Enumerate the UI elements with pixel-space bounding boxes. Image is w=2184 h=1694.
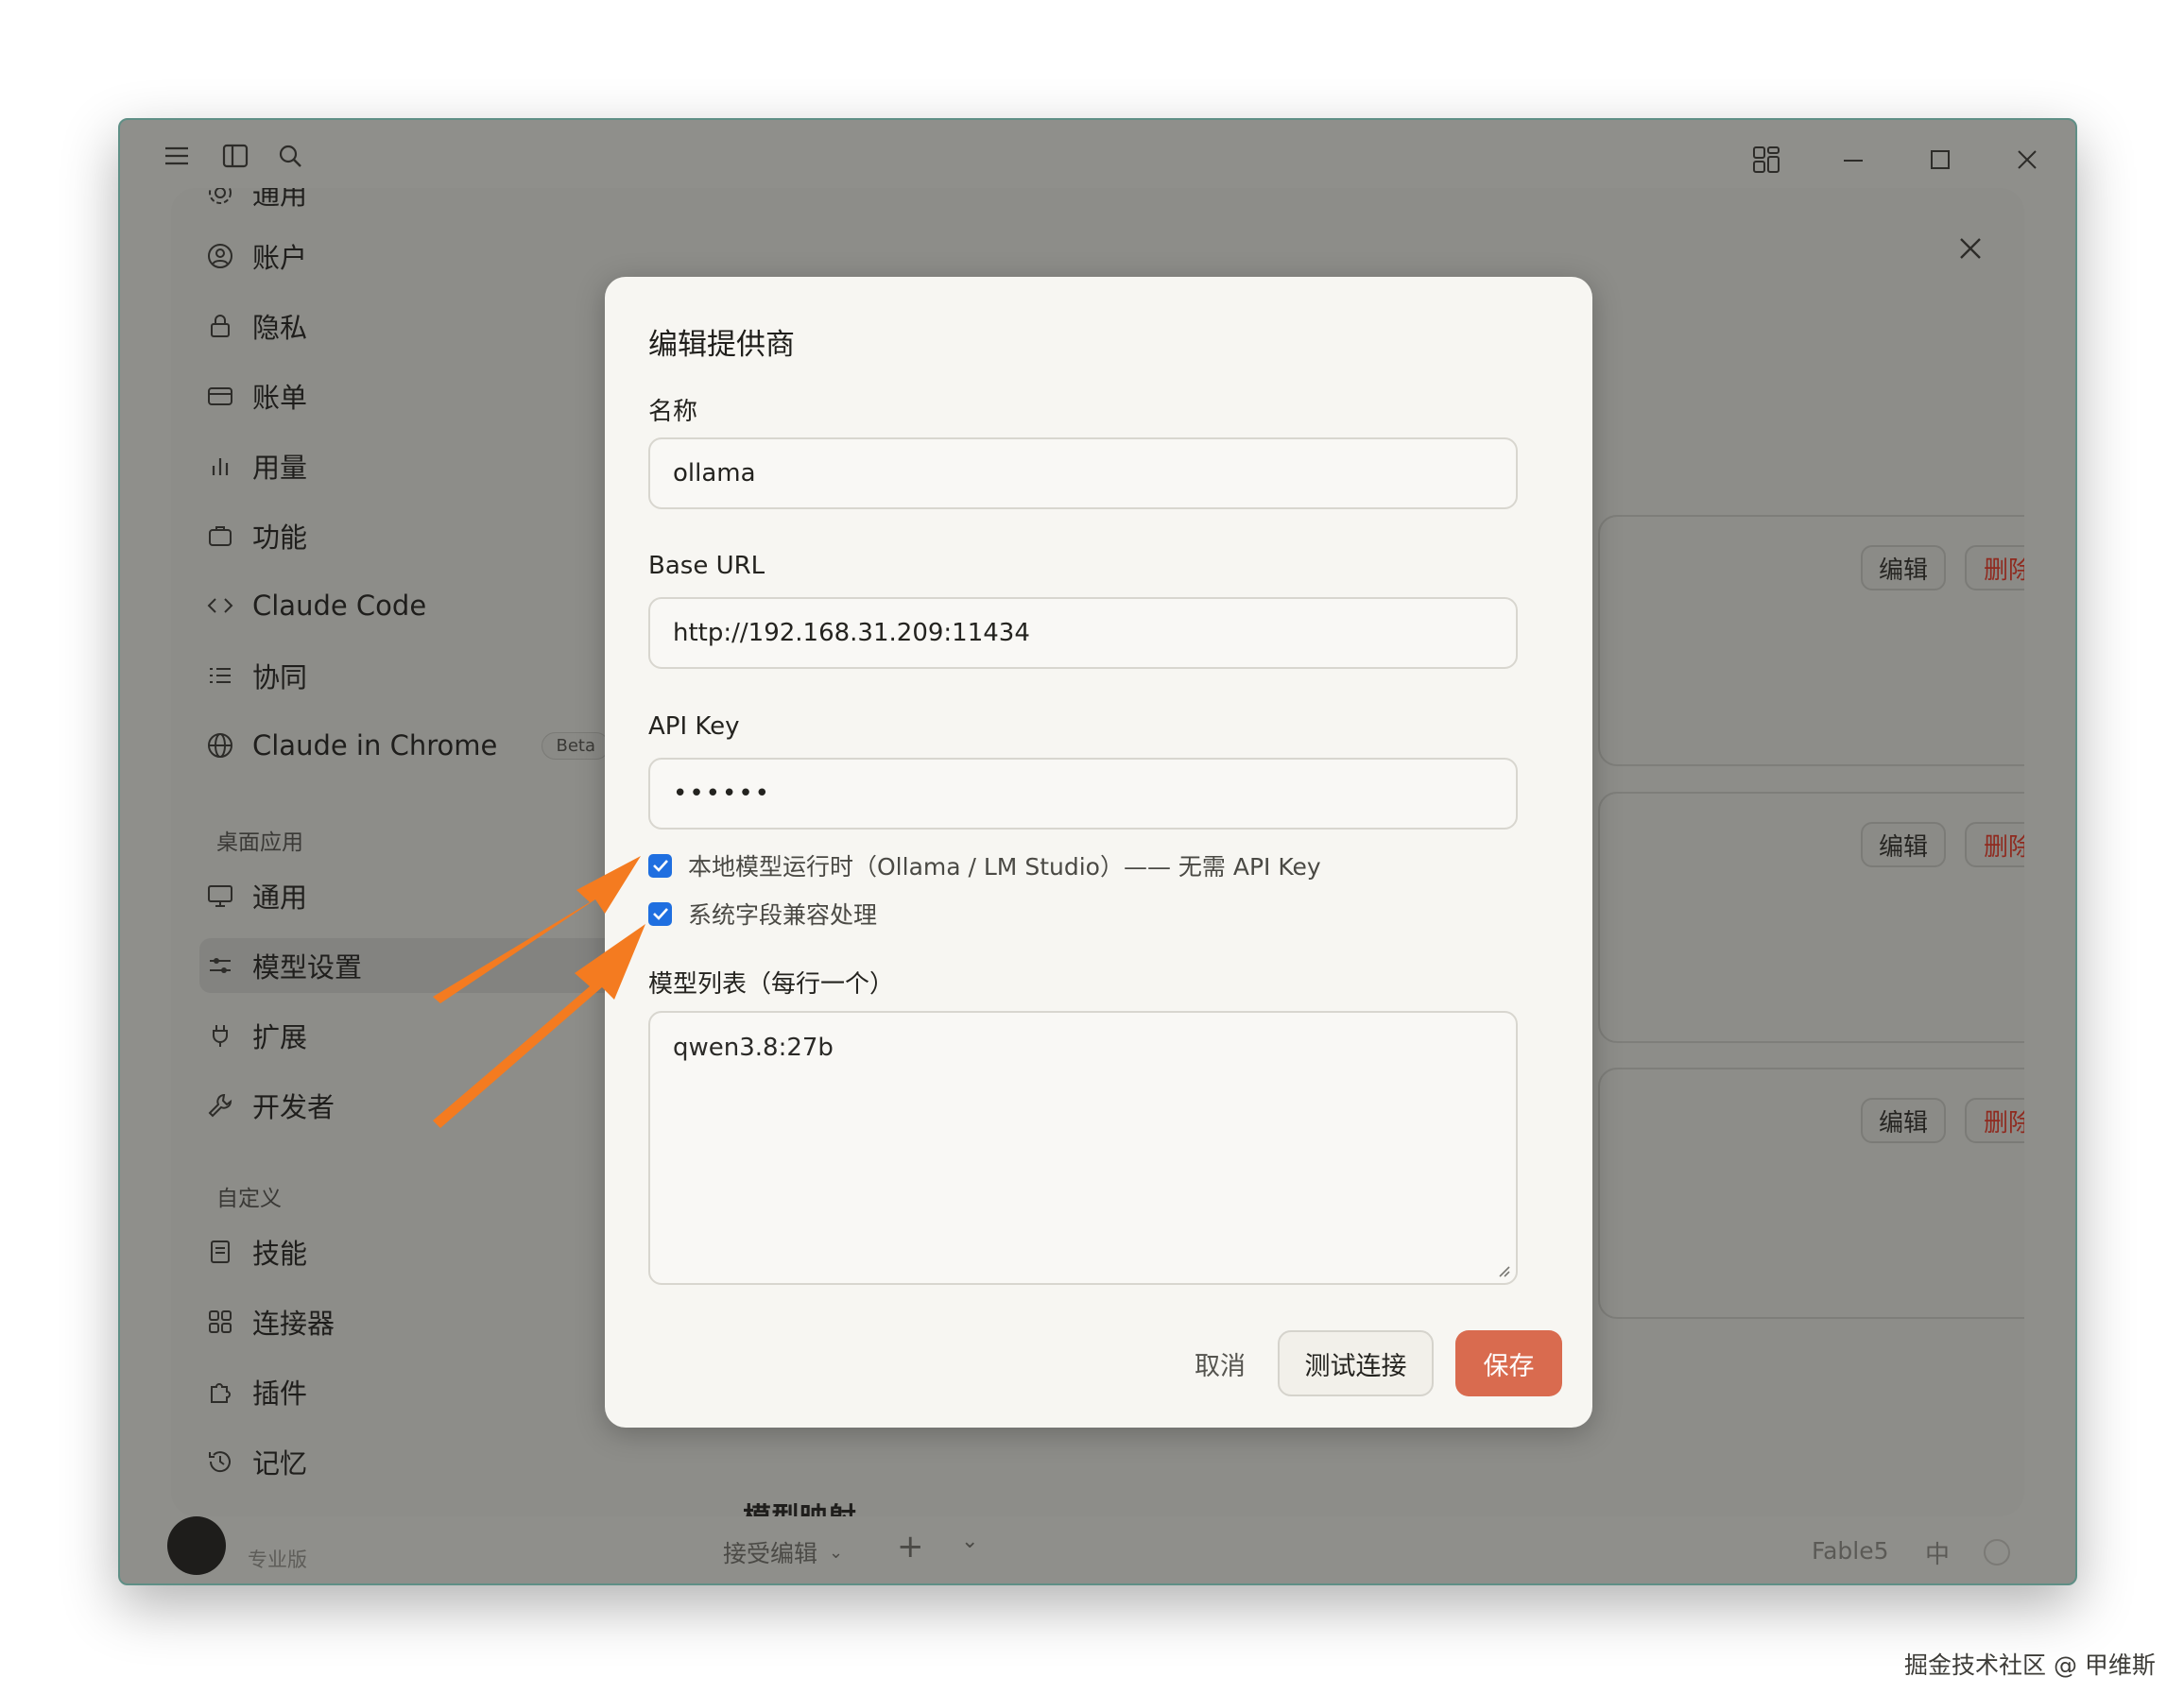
watermark-text: 掘金技术社区 @ 甲维斯 (1904, 1651, 2156, 1679)
annotation-arrows (433, 856, 645, 1128)
annotation-arrow-icon (433, 924, 645, 1128)
